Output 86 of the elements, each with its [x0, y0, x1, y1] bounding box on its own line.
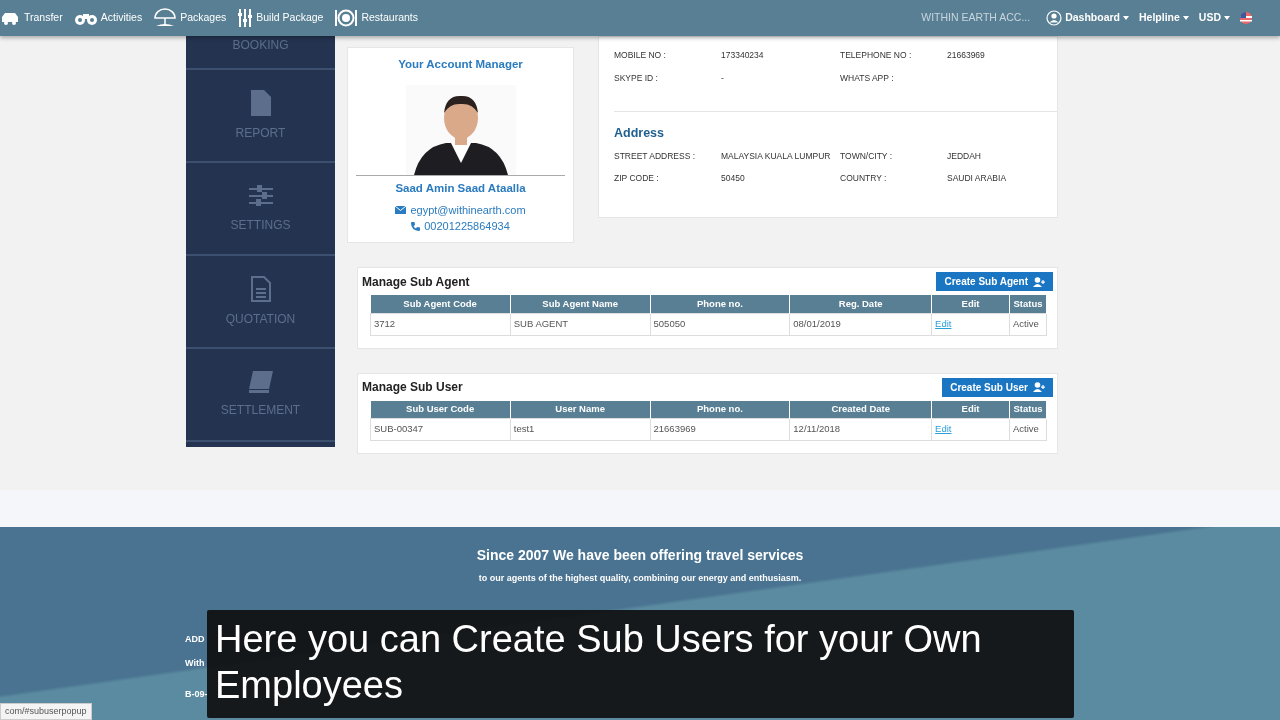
- table-cell: 505050: [650, 313, 790, 335]
- field-label: STREET ADDRESS :: [614, 150, 697, 163]
- nav-link[interactable]: Transfer: [0, 10, 69, 26]
- account-name: WITHIN EARTH ACC...: [921, 10, 1031, 26]
- panel-title: Manage Sub Agent: [362, 273, 470, 291]
- plate-icon: [335, 9, 358, 27]
- field-value: -: [721, 71, 725, 85]
- sidebar-item[interactable]: SETTLEMENT: [186, 349, 335, 442]
- column-header: Status: [1009, 295, 1047, 313]
- status-cell: Active: [1009, 418, 1047, 441]
- panel-title: Manage Sub User: [362, 379, 463, 396]
- column-header: Phone no.: [650, 295, 790, 313]
- table-cell: SUB AGENT: [510, 313, 651, 335]
- umbrella-icon: [154, 8, 177, 28]
- file-icon: [250, 89, 271, 116]
- create-button[interactable]: Create Sub User: [942, 377, 1053, 397]
- sidebar-item[interactable]: REPORT: [186, 70, 335, 163]
- dropdown-toggle-link[interactable]: USD: [1198, 10, 1230, 26]
- flag-icon: [1240, 12, 1252, 24]
- video-subtitle: Here you can Create Sub Users for your Own Employees: [207, 610, 1074, 718]
- field-value: 50450: [721, 172, 746, 185]
- user-icon: [1046, 10, 1063, 26]
- field-label: MOBILE NO :: [614, 49, 667, 62]
- nav-link[interactable]: Packages: [148, 8, 233, 28]
- binoculars-icon: [74, 11, 97, 25]
- field-label: WHATS APP :: [840, 71, 895, 85]
- sidebar-item[interactable]: SETTINGS: [186, 163, 335, 256]
- footer-text: B-09-: [185, 688, 208, 701]
- table-cell: test1: [510, 418, 650, 441]
- footer-headline: Since 2007 We have been offering travel services: [475, 546, 805, 565]
- footer-text: ADD: [185, 633, 206, 646]
- footer-text: With: [185, 656, 206, 670]
- column-header: Edit: [931, 400, 1010, 419]
- field-value: 21663969: [947, 49, 986, 62]
- column-header: Created Date: [789, 400, 932, 419]
- add-user-icon: [1033, 382, 1045, 392]
- edit-link[interactable]: Edit: [935, 423, 952, 435]
- footer-tagline: to our agents of the highest quality, combining our energy and enthusiasm.: [477, 572, 803, 585]
- field-value: MALAYSIA KUALA LUMPUR: [721, 150, 832, 163]
- card-title: Your Account Manager: [397, 57, 524, 72]
- column-header: Reg. Date: [789, 295, 932, 313]
- field-label: ZIP CODE :: [614, 172, 660, 185]
- column-header: Phone no.: [650, 400, 790, 419]
- table-cell: 21663969: [650, 418, 790, 441]
- field-label: TOWN/CITY :: [840, 150, 894, 163]
- field-label: SKYPE ID :: [614, 71, 659, 85]
- field-value: JEDDAH: [947, 150, 982, 163]
- envelope-icon: [395, 205, 407, 214]
- car-icon: [2, 11, 20, 25]
- table-cell: SUB-00347: [370, 418, 511, 441]
- column-header: Edit: [931, 295, 1010, 313]
- email-text: egypt@withinearth.com: [410, 202, 526, 218]
- dropdown-toggle-link[interactable]: Helpline: [1139, 10, 1189, 26]
- field-value: SAUDI ARABIA: [947, 172, 1008, 185]
- field-label: TELEPHONE NO :: [840, 49, 913, 62]
- column-header: Sub User Code: [370, 400, 511, 419]
- nav-link[interactable]: Activities: [68, 10, 149, 26]
- dropdown-toggle-link[interactable]: Dashboard: [1046, 10, 1129, 26]
- caret-icon: [1224, 16, 1230, 20]
- sliders-icon: [248, 183, 273, 208]
- caret-icon: [1182, 16, 1189, 20]
- table-cell: 12/11/2018: [789, 418, 932, 441]
- phone-text: 00201225864934: [424, 219, 510, 234]
- manager-name: Saad Amin Saad Ataalla: [394, 181, 527, 197]
- column-header: Sub Agent Name: [510, 295, 651, 313]
- nav-link[interactable]: Restaurants: [329, 9, 425, 27]
- column-header: Status: [1009, 400, 1047, 419]
- book-icon: [248, 370, 273, 393]
- add-user-icon: [1033, 276, 1045, 287]
- nav-link[interactable]: Build Package: [232, 9, 330, 27]
- document-icon: [250, 275, 271, 302]
- table-cell: 3712: [370, 313, 511, 335]
- column-header: Sub Agent Code: [370, 295, 511, 313]
- phone-icon: [411, 221, 421, 231]
- sliders-icon: [238, 9, 253, 27]
- create-button[interactable]: Create Sub Agent: [936, 272, 1053, 291]
- sidebar-item[interactable]: QUOTATION: [186, 256, 335, 349]
- table-cell: 08/01/2019: [789, 313, 932, 335]
- sidebar-item[interactable]: BOOKING: [186, 36, 335, 70]
- caret-icon: [1123, 16, 1129, 20]
- status-cell: Active: [1009, 313, 1047, 335]
- field-value: 173340234: [721, 49, 765, 62]
- column-header: User Name: [510, 400, 650, 419]
- field-label: COUNTRY :: [840, 172, 888, 185]
- edit-link[interactable]: Edit: [935, 317, 952, 329]
- section-title: Address: [614, 124, 666, 142]
